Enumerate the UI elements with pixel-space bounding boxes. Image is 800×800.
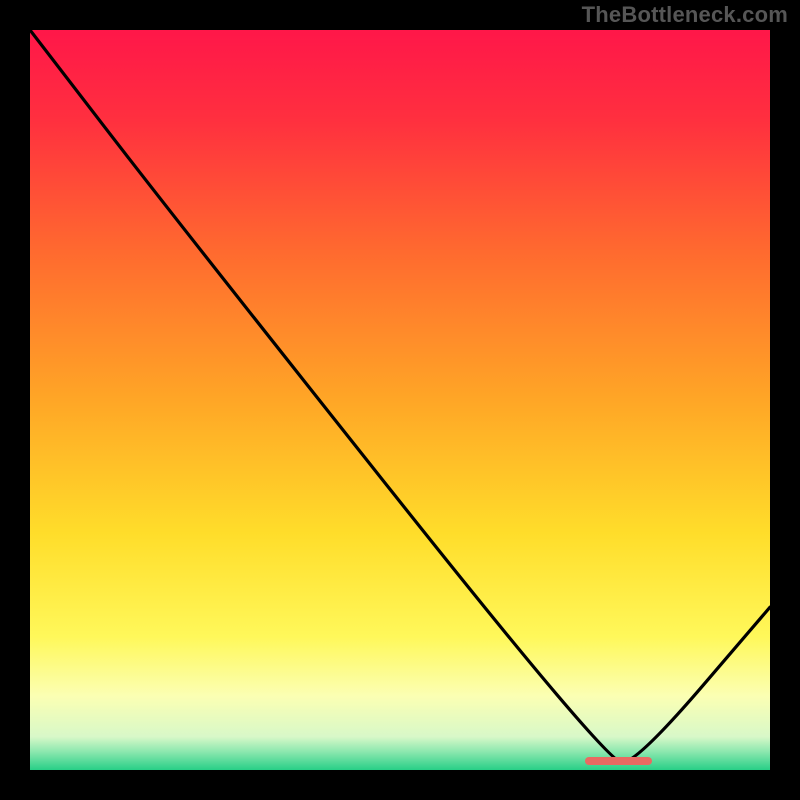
plot-area	[30, 30, 770, 770]
plot-svg	[30, 30, 770, 770]
gradient-background	[30, 30, 770, 770]
chart-frame: TheBottleneck.com	[0, 0, 800, 800]
attribution-text: TheBottleneck.com	[582, 2, 788, 28]
minimum-marker	[585, 757, 652, 765]
